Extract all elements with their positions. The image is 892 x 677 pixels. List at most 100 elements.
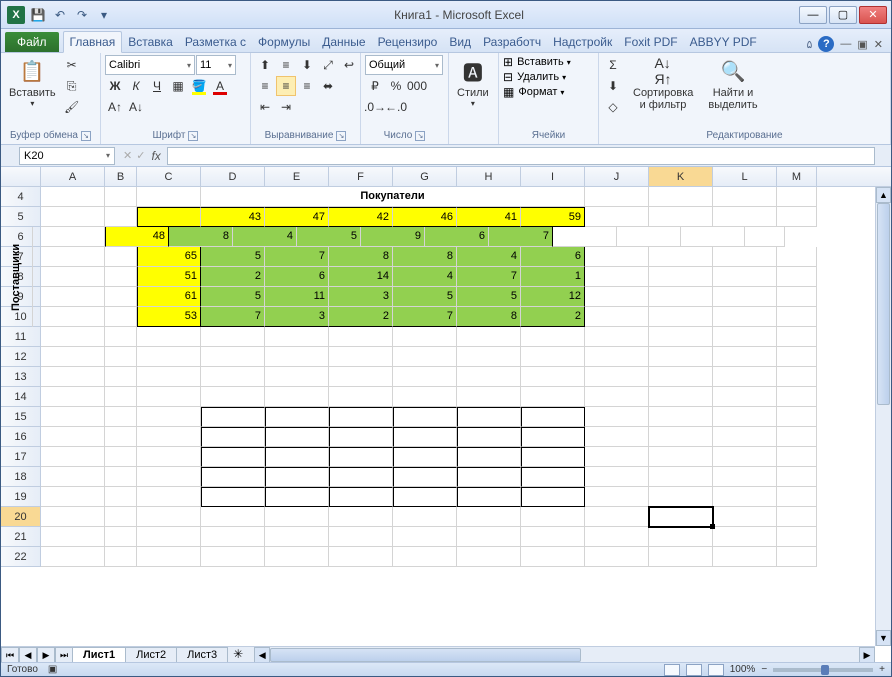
cell[interactable] [457, 467, 521, 487]
align-bottom-button[interactable]: ⬇ [297, 55, 317, 75]
cell[interactable] [329, 487, 393, 507]
number-format-combo[interactable]: Общий▾ [365, 55, 443, 75]
zoom-slider[interactable] [773, 668, 873, 672]
cell[interactable] [713, 547, 777, 567]
cell[interactable] [201, 327, 265, 347]
cell[interactable]: 53 [137, 307, 201, 327]
cell[interactable] [201, 407, 265, 427]
cell[interactable]: 8 [457, 307, 521, 327]
row-header[interactable]: 13 [1, 367, 41, 387]
cell[interactable] [713, 207, 777, 227]
cell[interactable] [585, 327, 649, 347]
undo-icon[interactable]: ↶ [51, 6, 69, 24]
file-tab[interactable]: Файл [5, 32, 59, 52]
cell[interactable] [713, 527, 777, 547]
cell[interactable] [105, 367, 137, 387]
cell[interactable] [329, 527, 393, 547]
cell[interactable] [265, 407, 329, 427]
cell[interactable]: 5 [393, 287, 457, 307]
cell[interactable]: Поставщики [1, 227, 33, 327]
cell[interactable]: 4 [233, 227, 297, 247]
row-header[interactable]: 16 [1, 427, 41, 447]
cell[interactable] [777, 467, 817, 487]
column-header[interactable]: L [713, 167, 777, 186]
grow-font-button[interactable]: A↑ [105, 97, 125, 117]
align-top-button[interactable]: ⬆ [255, 55, 275, 75]
cell[interactable] [777, 387, 817, 407]
vscroll-thumb[interactable] [877, 203, 890, 405]
cell[interactable] [41, 187, 105, 207]
column-header[interactable]: D [201, 167, 265, 186]
cell[interactable] [521, 367, 585, 387]
cell[interactable] [41, 527, 105, 547]
cell[interactable] [457, 547, 521, 567]
cell[interactable] [265, 487, 329, 507]
cell[interactable] [105, 547, 137, 567]
cell[interactable] [777, 307, 817, 327]
cell[interactable] [329, 427, 393, 447]
cell[interactable]: 3 [265, 307, 329, 327]
cell[interactable] [201, 467, 265, 487]
cell[interactable] [41, 327, 105, 347]
cell[interactable]: 5 [457, 287, 521, 307]
paste-button[interactable]: 📋 Вставить ▾ [5, 55, 60, 110]
cell[interactable]: 7 [489, 227, 553, 247]
cell[interactable] [585, 507, 649, 527]
align-middle-button[interactable]: ≡ [276, 55, 296, 75]
cell[interactable] [137, 327, 201, 347]
cut-button[interactable]: ✂ [62, 55, 82, 75]
cell[interactable] [585, 187, 649, 207]
zoom-out-button[interactable]: − [761, 664, 767, 675]
horizontal-scrollbar[interactable]: ◀ ▶ [254, 647, 875, 662]
tab-layout[interactable]: Разметка с [179, 32, 252, 52]
align-center-button[interactable]: ≡ [276, 76, 296, 96]
cell[interactable] [201, 547, 265, 567]
autosum-button[interactable]: Σ [603, 55, 623, 75]
merge-button[interactable]: ⬌ [318, 76, 338, 96]
cell[interactable] [201, 367, 265, 387]
cell[interactable] [521, 447, 585, 467]
cell[interactable] [41, 487, 105, 507]
cell[interactable] [777, 267, 817, 287]
cell[interactable] [713, 407, 777, 427]
cell[interactable] [105, 267, 137, 287]
cell[interactable] [393, 507, 457, 527]
cell[interactable] [777, 547, 817, 567]
cell[interactable] [585, 367, 649, 387]
cell[interactable] [585, 267, 649, 287]
save-icon[interactable]: 💾 [29, 6, 47, 24]
ribbon-minimize-icon[interactable]: ۵ [806, 38, 812, 51]
cell[interactable]: Покупатели [201, 187, 585, 207]
cell[interactable] [265, 367, 329, 387]
cell[interactable] [105, 347, 137, 367]
cell[interactable] [713, 487, 777, 507]
cell[interactable]: 12 [521, 287, 585, 307]
cell[interactable] [137, 547, 201, 567]
cell[interactable] [713, 387, 777, 407]
cell[interactable] [585, 547, 649, 567]
cell[interactable] [105, 407, 137, 427]
cell[interactable] [393, 367, 457, 387]
font-launcher[interactable]: ↘ [188, 131, 198, 141]
find-select-button[interactable]: 🔍Найти и выделить [699, 55, 767, 113]
cell[interactable] [105, 387, 137, 407]
cell[interactable] [585, 307, 649, 327]
doc-close-icon[interactable]: ✕ [874, 38, 883, 51]
increase-decimal-button[interactable]: .0→ [365, 97, 385, 117]
cell[interactable] [649, 427, 713, 447]
cell[interactable]: 48 [105, 227, 169, 247]
cell[interactable] [105, 527, 137, 547]
sheet-tab[interactable]: Лист3 [176, 647, 228, 662]
shrink-font-button[interactable]: A↓ [126, 97, 146, 117]
cell[interactable] [713, 287, 777, 307]
cell[interactable] [649, 407, 713, 427]
tab-data[interactable]: Данные [316, 32, 371, 52]
cell[interactable] [649, 467, 713, 487]
scroll-down-icon[interactable]: ▼ [876, 630, 891, 646]
cell[interactable]: 4 [457, 247, 521, 267]
zoom-in-button[interactable]: + [879, 664, 885, 675]
cell[interactable] [105, 287, 137, 307]
cell[interactable] [137, 467, 201, 487]
cell[interactable] [201, 447, 265, 467]
cell[interactable] [585, 387, 649, 407]
